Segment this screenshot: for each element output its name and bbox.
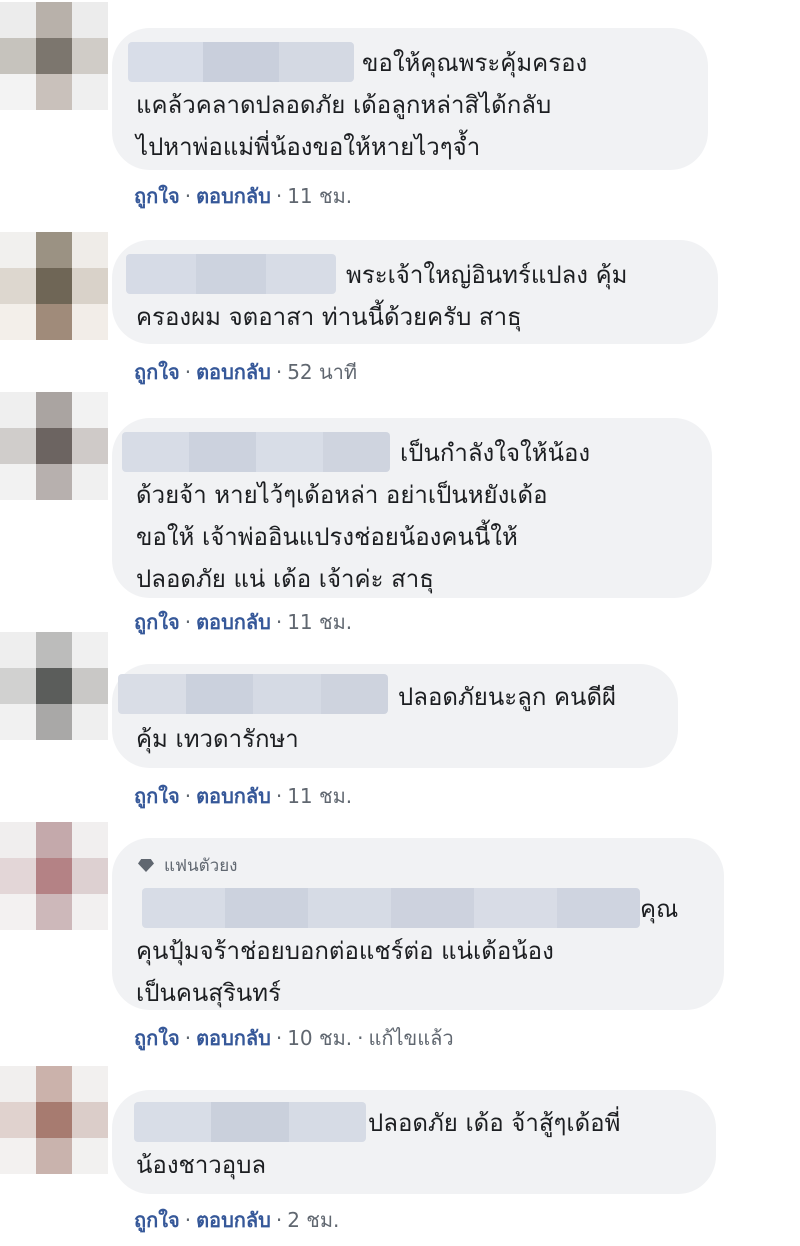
comment-text-first: ปลอดภัย เด้อ จ้าสู้ๆเด้อพี่ — [368, 1109, 621, 1137]
avatar[interactable] — [0, 632, 108, 740]
separator: · — [357, 1026, 364, 1050]
separator: · — [275, 610, 283, 634]
comment-actions: ถูกใจ · ตอบกลับ · 52 นาที — [134, 356, 357, 388]
like-link[interactable]: ถูกใจ — [134, 184, 180, 208]
edited-label[interactable]: แก้ไขแล้ว — [368, 1026, 453, 1050]
separator: · — [184, 360, 192, 384]
avatar[interactable] — [0, 822, 108, 930]
separator: · — [275, 784, 283, 808]
reply-link[interactable]: ตอบกลับ — [196, 360, 271, 384]
comment-text: เป็นกำลังใจให้น้อง ด้วยจ้า หายไว้ๆเด้อหล… — [136, 432, 692, 600]
avatar[interactable] — [0, 392, 108, 500]
comment-bubble: ปลอดภัยนะลูก คนดีผี คุ้ม เทวดารักษา — [112, 664, 678, 768]
comment-text: ขอให้คุณพระคุ้มครอง แคล้วคลาดปลอดภัย เด้… — [136, 42, 688, 168]
separator: · — [275, 1208, 283, 1232]
comment-text-rest: น้องชาวอุบล — [136, 1151, 267, 1179]
like-link[interactable]: ถูกใจ — [134, 1026, 180, 1050]
separator: · — [184, 1208, 192, 1232]
comment-text-first: คุณ — [640, 895, 679, 923]
separator: · — [275, 360, 283, 384]
comment-text: พระเจ้าใหญ่อินทร์แปลง คุ้ม ครองผม จตอาสา… — [136, 254, 698, 338]
comment-timestamp[interactable]: 52 นาที — [287, 360, 357, 384]
comment-bubble: ขอให้คุณพระคุ้มครอง แคล้วคลาดปลอดภัย เด้… — [112, 28, 708, 170]
like-link[interactable]: ถูกใจ — [134, 360, 180, 384]
avatar[interactable] — [0, 2, 108, 110]
separator: · — [184, 1026, 192, 1050]
comment-text-first: ปลอดภัยนะลูก คนดีผี — [398, 683, 617, 711]
comment-bubble: พระเจ้าใหญ่อินทร์แปลง คุ้ม ครองผม จตอาสา… — [112, 240, 718, 344]
comment-timestamp[interactable]: 2 ชม. — [287, 1208, 339, 1232]
separator: · — [275, 184, 283, 208]
comment-text-first: ขอให้คุณพระคุ้มครอง — [362, 49, 588, 77]
comment-text-rest: คุนปุ้มจร้าช่อยบอกต่อแชร์ต่อ แน่เด้อน้อง… — [136, 937, 554, 1007]
reply-link[interactable]: ตอบกลับ — [196, 610, 271, 634]
comment-timestamp[interactable]: 11 ชม. — [287, 184, 352, 208]
reply-link[interactable]: ตอบกลับ — [196, 184, 271, 208]
comment-bubble: เป็นกำลังใจให้น้อง ด้วยจ้า หายไว้ๆเด้อหล… — [112, 418, 712, 598]
separator: · — [184, 184, 192, 208]
comment-actions: ถูกใจ · ตอบกลับ · 10 ชม. · แก้ไขแล้ว — [134, 1022, 454, 1054]
comment-text-rest: ครองผม จตอาสา ท่านนี้ด้วยครับ สาธุ — [136, 303, 522, 331]
comment-text-first: พระเจ้าใหญ่อินทร์แปลง คุ้ม — [346, 261, 628, 289]
comment-actions: ถูกใจ · ตอบกลับ · 2 ชม. — [134, 1204, 339, 1236]
comment-text: ปลอดภัยนะลูก คนดีผี คุ้ม เทวดารักษา — [136, 676, 658, 760]
separator: · — [275, 1026, 283, 1050]
comment-text-rest: คุ้ม เทวดารักษา — [136, 725, 299, 753]
like-link[interactable]: ถูกใจ — [134, 1208, 180, 1232]
comment-text-first: เป็นกำลังใจให้น้อง — [400, 439, 591, 467]
diamond-icon — [138, 859, 154, 872]
comment-text: ปลอดภัย เด้อ จ้าสู้ๆเด้อพี่ น้องชาวอุบล — [136, 1102, 696, 1186]
reply-link[interactable]: ตอบกลับ — [196, 1208, 271, 1232]
comment-timestamp[interactable]: 11 ชม. — [287, 784, 352, 808]
separator: · — [184, 610, 192, 634]
separator: · — [184, 784, 192, 808]
reply-link[interactable]: ตอบกลับ — [196, 784, 271, 808]
comment-bubble: แฟนตัวยง คุณ คุนปุ้มจร้าช่อยบอกต่อแชร์ต่… — [112, 838, 724, 1010]
comment-bubble: ปลอดภัย เด้อ จ้าสู้ๆเด้อพี่ น้องชาวอุบล — [112, 1090, 716, 1194]
avatar[interactable] — [0, 1066, 108, 1174]
like-link[interactable]: ถูกใจ — [134, 784, 180, 808]
like-link[interactable]: ถูกใจ — [134, 610, 180, 634]
fan-badge: แฟนตัวยง — [138, 852, 237, 879]
comment-timestamp[interactable]: 11 ชม. — [287, 610, 352, 634]
comment-timestamp[interactable]: 10 ชม. — [287, 1026, 352, 1050]
avatar[interactable] — [0, 232, 108, 340]
comment-text-rest: ด้วยจ้า หายไว้ๆเด้อหล่า อย่าเป็นหยังเด้อ… — [136, 481, 548, 593]
comment-actions: ถูกใจ · ตอบกลับ · 11 ชม. — [134, 180, 352, 212]
reply-link[interactable]: ตอบกลับ — [196, 1026, 271, 1050]
comment-text-rest: แคล้วคลาดปลอดภัย เด้อลูกหล่าสิได้กลับ ไป… — [136, 91, 552, 161]
comment-actions: ถูกใจ · ตอบกลับ · 11 ชม. — [134, 606, 352, 638]
comment-text: คุณ คุนปุ้มจร้าช่อยบอกต่อแชร์ต่อ แน่เด้อ… — [136, 888, 704, 1014]
comment-actions: ถูกใจ · ตอบกลับ · 11 ชม. — [134, 780, 352, 812]
fan-badge-label: แฟนตัวยง — [164, 856, 238, 876]
